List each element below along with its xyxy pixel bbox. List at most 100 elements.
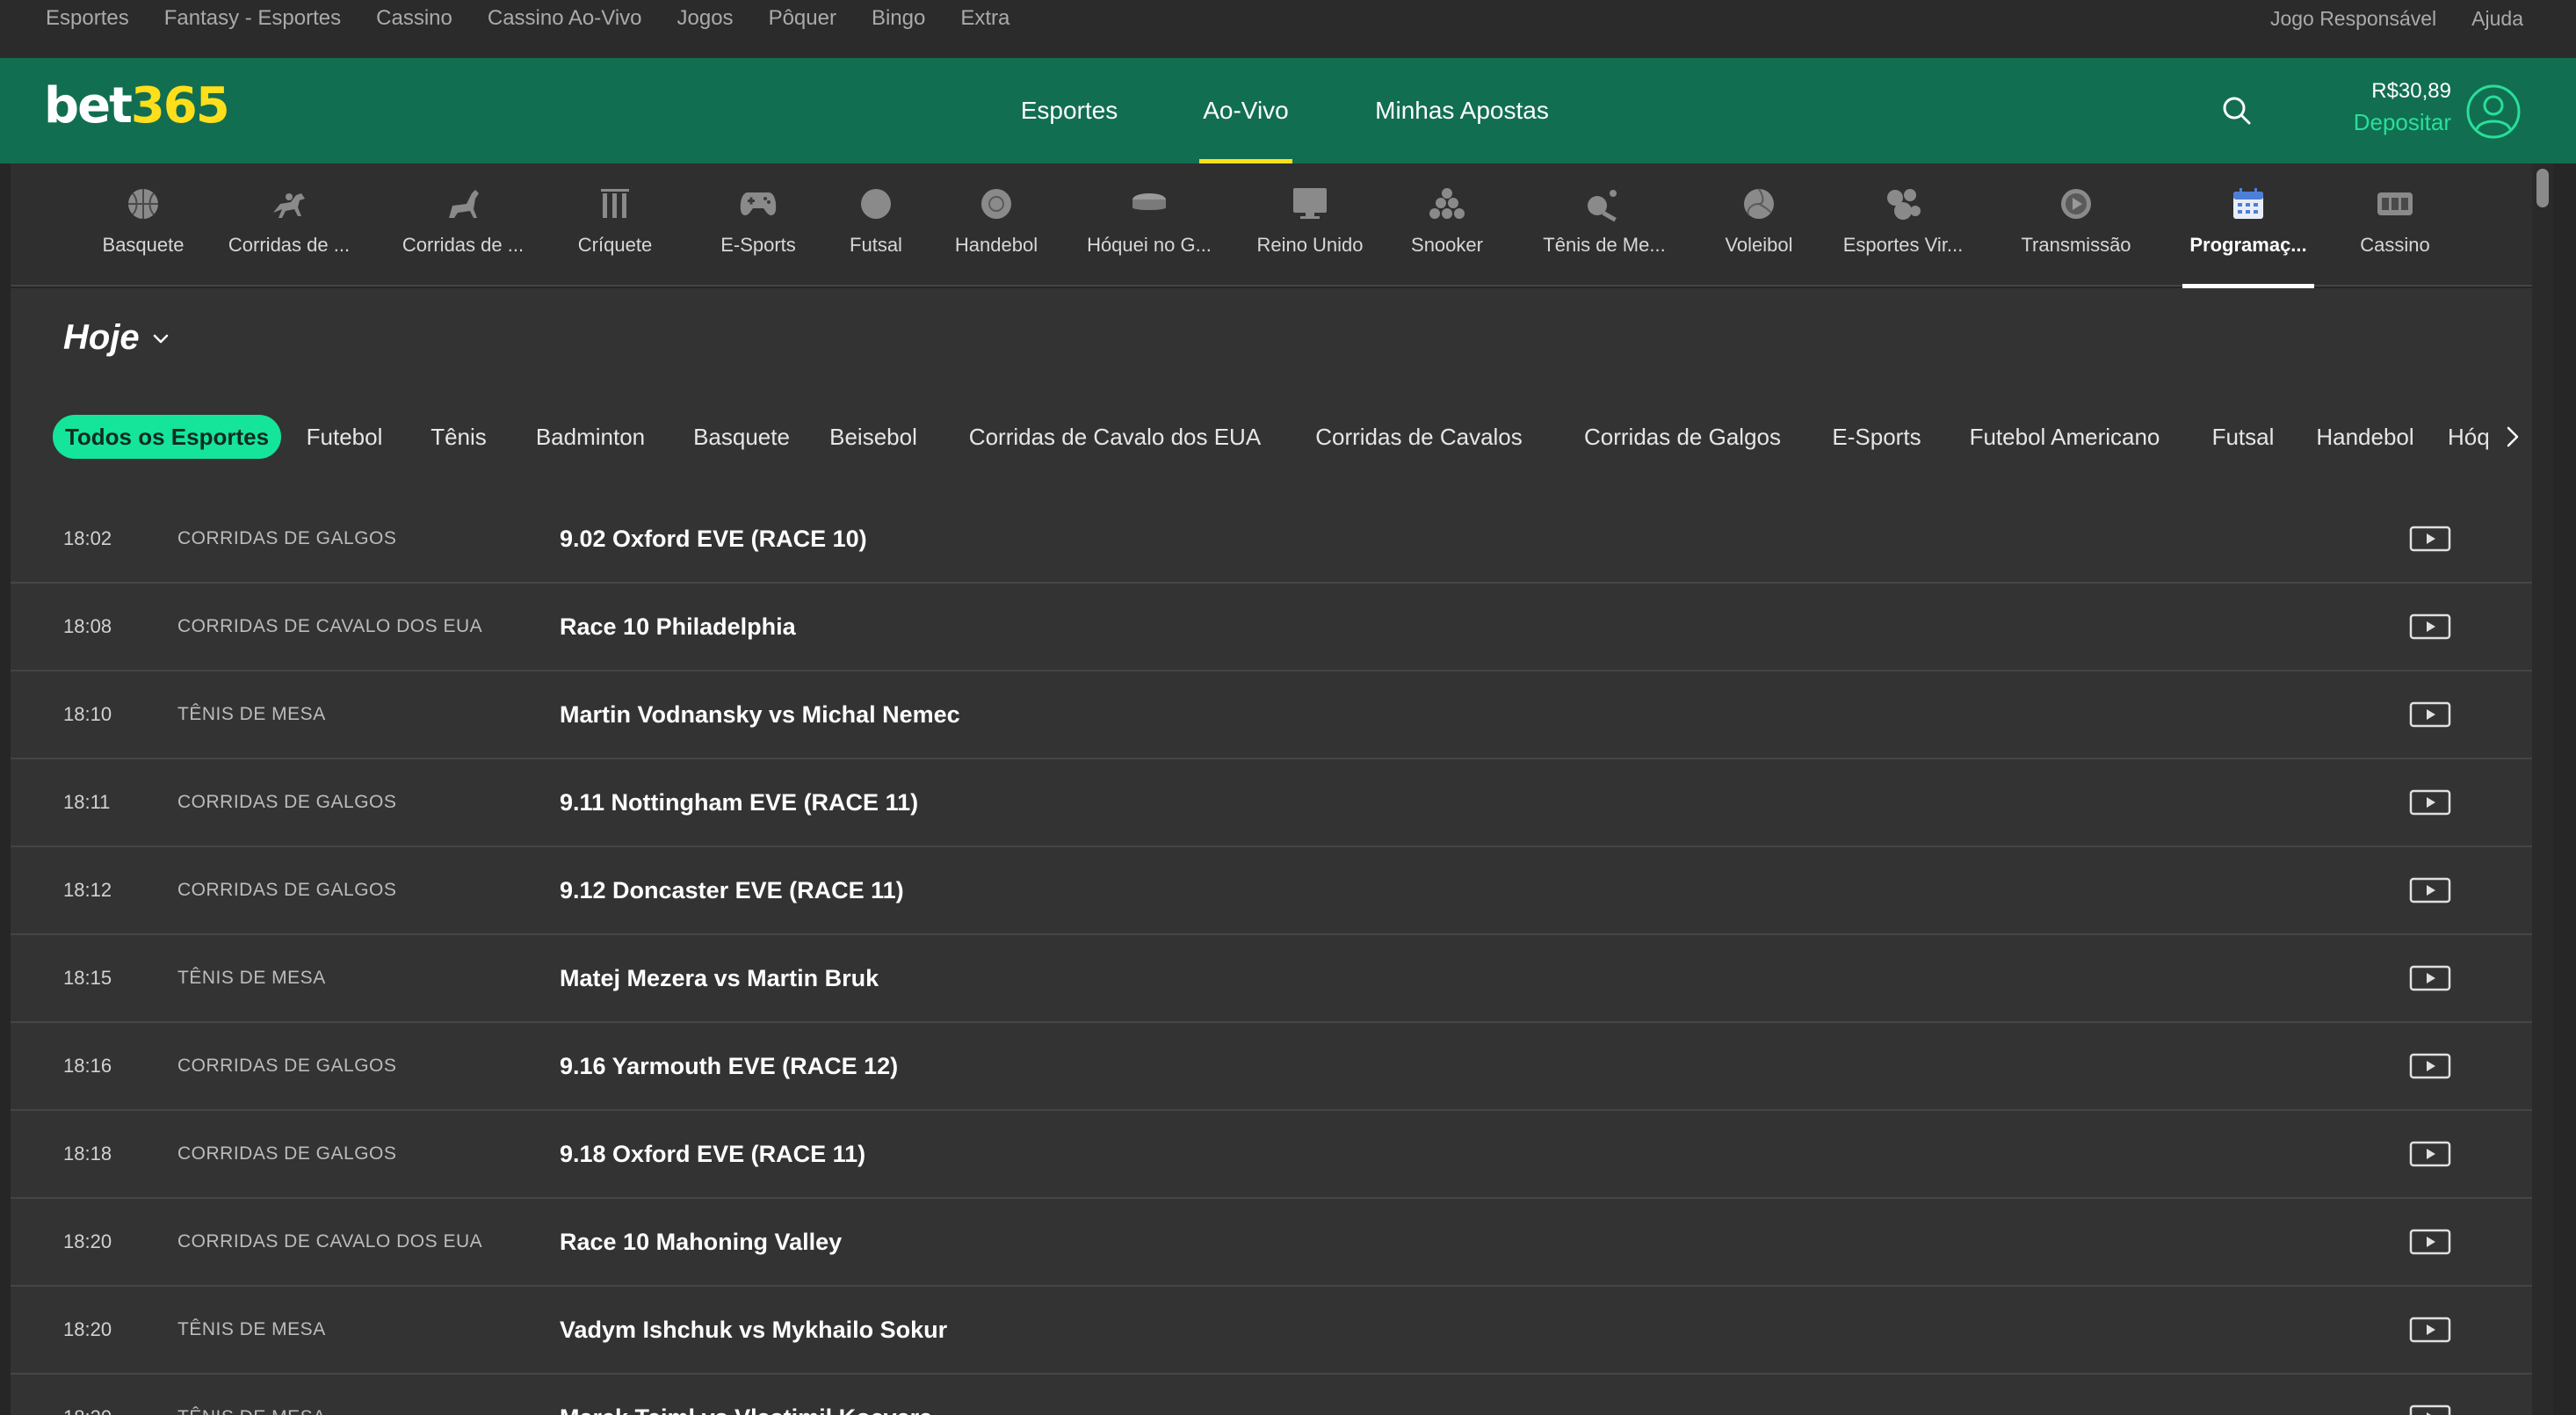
event-row[interactable]: 18:20 TÊNIS DE MESA Marek Tejml vs Vlast…	[11, 1375, 2532, 1415]
event-row[interactable]: 18:16 CORRIDAS DE GALGOS 9.16 Yarmouth E…	[11, 1023, 2532, 1111]
logo-text-bet: bet	[44, 77, 133, 134]
sport-item-handebol[interactable]: Handebol	[942, 163, 1051, 287]
event-name[interactable]: 9.12 Doncaster EVE (RACE 11)	[560, 847, 904, 933]
live-stream-icon[interactable]	[2409, 965, 2451, 991]
event-category: CORRIDAS DE GALGOS	[177, 880, 397, 900]
utility-link-bingo[interactable]: Bingo	[872, 6, 925, 31]
filter-basquete[interactable]: Basquete	[684, 415, 800, 459]
filter-todos-os-esportes[interactable]: Todos os Esportes	[53, 415, 281, 459]
event-row[interactable]: 18:08 CORRIDAS DE CAVALO DOS EUA Race 10…	[11, 584, 2532, 671]
sport-item-programacao[interactable]: Programaç...	[2182, 163, 2314, 288]
filter-corridas-de-galgos[interactable]: Corridas de Galgos	[1566, 415, 1799, 459]
sport-item-cassino[interactable]: Cassino	[2351, 163, 2439, 287]
utility-link-poquer[interactable]: Pôquer	[769, 6, 836, 31]
event-row[interactable]: 18:12 CORRIDAS DE GALGOS 9.12 Doncaster …	[11, 847, 2532, 935]
page-scrollbar[interactable]	[2532, 163, 2553, 1415]
event-row[interactable]: 18:18 CORRIDAS DE GALGOS 9.18 Oxford EVE…	[11, 1111, 2532, 1199]
search-icon[interactable]	[2219, 93, 2254, 128]
utility-link-cassino[interactable]: Cassino	[376, 6, 452, 31]
event-name[interactable]: Marek Tejml vs Vlastimil Kocvara	[560, 1375, 932, 1415]
bet365-logo[interactable]: bet365	[44, 77, 230, 134]
chevron-down-icon	[150, 328, 171, 349]
sport-item-voleibol[interactable]: Voleibol	[1717, 163, 1801, 287]
handball-icon	[977, 185, 1016, 223]
filter-beisebol[interactable]: Beisebol	[822, 415, 924, 459]
chevron-right-icon[interactable]	[2499, 422, 2525, 452]
sport-item-hoquei-no-gelo[interactable]: Hóquei no G...	[1079, 163, 1219, 287]
utility-link-fantasy[interactable]: Fantasy - Esportes	[164, 6, 341, 31]
filter-corridas-de-cavalos[interactable]: Corridas de Cavalos	[1302, 415, 1536, 459]
filter-handebol[interactable]: Handebol	[2304, 415, 2427, 459]
greyhound-icon	[444, 185, 482, 223]
nav-ao-vivo[interactable]: Ao-Vivo	[1199, 58, 1292, 163]
utility-link-esportes[interactable]: Esportes	[46, 6, 129, 31]
live-stream-icon[interactable]	[2409, 1053, 2451, 1079]
balance-amount[interactable]: R$30,89	[2319, 79, 2451, 104]
sport-item-reino-unido[interactable]: Reino Unido	[1253, 163, 1367, 287]
sport-label: Críquete	[577, 234, 653, 256]
filter-badminton[interactable]: Badminton	[518, 415, 662, 459]
event-row[interactable]: 18:20 CORRIDAS DE CAVALO DOS EUA Race 10…	[11, 1199, 2532, 1287]
event-name[interactable]: Vadym Ishchuk vs Mykhailo Sokur	[560, 1287, 947, 1373]
user-circle-icon[interactable]	[2465, 83, 2522, 140]
sport-item-basquete[interactable]: Basquete	[88, 163, 199, 287]
sport-item-tenis-de-mesa[interactable]: Tênis de Me...	[1541, 163, 1668, 287]
event-row[interactable]: 18:10 TÊNIS DE MESA Martin Vodnansky vs …	[11, 671, 2532, 759]
filter-futsal[interactable]: Futsal	[2200, 415, 2286, 459]
filter-e-sports[interactable]: E-Sports	[1817, 415, 1936, 459]
sport-label: Tênis de Me...	[1543, 234, 1666, 256]
event-category: TÊNIS DE MESA	[177, 968, 326, 988]
live-stream-icon[interactable]	[2409, 789, 2451, 816]
sport-item-corridas-cavalos[interactable]: Corridas de ...	[225, 163, 353, 287]
sport-item-e-sports[interactable]: E-Sports	[706, 163, 810, 287]
event-row[interactable]: 18:20 TÊNIS DE MESA Vadym Ishchuk vs Myk…	[11, 1287, 2532, 1375]
utility-link-jogo-responsavel[interactable]: Jogo Responsável	[2270, 7, 2436, 31]
sport-label: Futsal	[850, 234, 902, 256]
event-category: CORRIDAS DE CAVALO DOS EUA	[177, 1231, 483, 1252]
live-stream-icon[interactable]	[2409, 877, 2451, 903]
utility-links: Esportes Fantasy - Esportes Cassino Cass…	[46, 0, 1045, 37]
day-title: Hoje	[63, 318, 140, 357]
nav-esportes[interactable]: Esportes	[1021, 58, 1118, 163]
event-name[interactable]: Matej Mezera vs Martin Bruk	[560, 935, 879, 1021]
event-name[interactable]: Martin Vodnansky vs Michal Nemec	[560, 671, 960, 758]
filter-tenis[interactable]: Tênis	[425, 415, 492, 459]
event-name[interactable]: 9.02 Oxford EVE (RACE 10)	[560, 496, 867, 582]
sport-item-corridas-galgos[interactable]: Corridas de ...	[399, 163, 527, 287]
event-name[interactable]: Race 10 Mahoning Valley	[560, 1199, 842, 1285]
event-row[interactable]: 18:02 CORRIDAS DE GALGOS 9.02 Oxford EVE…	[11, 496, 2532, 584]
filter-futebol[interactable]: Futebol	[300, 415, 388, 459]
event-name[interactable]: 9.16 Yarmouth EVE (RACE 12)	[560, 1023, 898, 1109]
live-stream-icon[interactable]	[2409, 1404, 2451, 1415]
utility-link-extra[interactable]: Extra	[960, 6, 1009, 31]
sport-item-criquete[interactable]: Críquete	[573, 163, 657, 287]
deposit-button[interactable]: Depositar	[2319, 109, 2451, 136]
event-time: 18:18	[63, 1143, 112, 1165]
filter-futebol-americano[interactable]: Futebol Americano	[1952, 415, 2177, 459]
nav-minhas-apostas[interactable]: Minhas Apostas	[1369, 58, 1555, 163]
day-dropdown[interactable]: Hoje	[63, 318, 171, 358]
event-name[interactable]: 9.11 Nottingham EVE (RACE 11)	[560, 759, 918, 845]
utility-link-cassino-ao-vivo[interactable]: Cassino Ao-Vivo	[488, 6, 642, 31]
calendar-icon	[2229, 185, 2268, 223]
event-name[interactable]: Race 10 Philadelphia	[560, 584, 796, 670]
utility-link-ajuda[interactable]: Ajuda	[2471, 7, 2523, 31]
event-category: CORRIDAS DE GALGOS	[177, 792, 397, 812]
live-stream-icon[interactable]	[2409, 1141, 2451, 1167]
event-row[interactable]: 18:15 TÊNIS DE MESA Matej Mezera vs Mart…	[11, 935, 2532, 1023]
event-name[interactable]: 9.18 Oxford EVE (RACE 11)	[560, 1111, 865, 1197]
event-row[interactable]: 18:11 CORRIDAS DE GALGOS 9.11 Nottingham…	[11, 759, 2532, 847]
sport-item-snooker[interactable]: Snooker	[1407, 163, 1487, 287]
filter-corridas-cavalo-eua[interactable]: Corridas de Cavalo dos EUA	[951, 415, 1279, 459]
scrollbar-thumb[interactable]	[2536, 169, 2549, 207]
live-stream-icon[interactable]	[2409, 1317, 2451, 1343]
live-stream-icon[interactable]	[2409, 613, 2451, 640]
sport-item-esportes-virtuais[interactable]: Esportes Vir...	[1838, 163, 1968, 287]
logo-text-365: 365	[130, 77, 230, 134]
sport-item-futsal[interactable]: Futsal	[838, 163, 914, 287]
sport-item-transmissao[interactable]: Transmissão	[2017, 163, 2135, 287]
live-stream-icon[interactable]	[2409, 526, 2451, 552]
live-stream-icon[interactable]	[2409, 1229, 2451, 1255]
utility-link-jogos[interactable]: Jogos	[677, 6, 734, 31]
live-stream-icon[interactable]	[2409, 701, 2451, 728]
